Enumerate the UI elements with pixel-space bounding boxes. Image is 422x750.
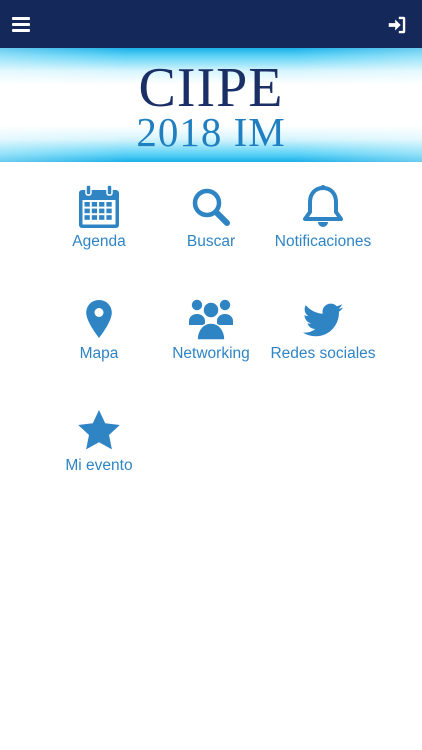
event-banner: CIIPE 2018 IM	[0, 48, 422, 162]
top-app-bar	[0, 0, 422, 48]
menu-tile-notificaciones[interactable]: Notificaciones	[263, 184, 383, 274]
calendar-icon	[76, 184, 122, 230]
hamburger-menu-icon[interactable]	[11, 14, 31, 34]
menu-tile-label: Buscar	[186, 233, 236, 250]
menu-tile-networking[interactable]: Networking	[151, 296, 271, 386]
menu-tile-label: Notificaciones	[274, 233, 372, 250]
menu-tile-label: Agenda	[72, 233, 126, 250]
twitter-icon	[300, 296, 346, 342]
sign-in-icon[interactable]	[386, 14, 408, 36]
menu-tile-label: Mi evento	[65, 457, 133, 474]
menu-tile-mi-evento[interactable]: Mi evento	[39, 408, 159, 498]
menu-tile-label: Networking	[172, 345, 250, 362]
map-marker-icon	[76, 296, 122, 342]
bell-icon	[300, 184, 346, 230]
menu-tile-label: Redes sociales	[270, 345, 376, 362]
menu-tile-redes-sociales[interactable]: Redes sociales	[263, 296, 383, 386]
menu-tile-agenda[interactable]: Agenda	[39, 184, 159, 274]
users-icon	[188, 296, 234, 342]
menu-tile-label: Mapa	[79, 345, 119, 362]
star-icon	[76, 408, 122, 454]
logo-title: CIIPE	[138, 57, 284, 119]
menu-tile-mapa[interactable]: Mapa	[39, 296, 159, 386]
search-icon	[188, 184, 234, 230]
menu-tile-buscar[interactable]: Buscar	[151, 184, 271, 274]
logo-subtitle: 2018 IM	[136, 109, 286, 155]
